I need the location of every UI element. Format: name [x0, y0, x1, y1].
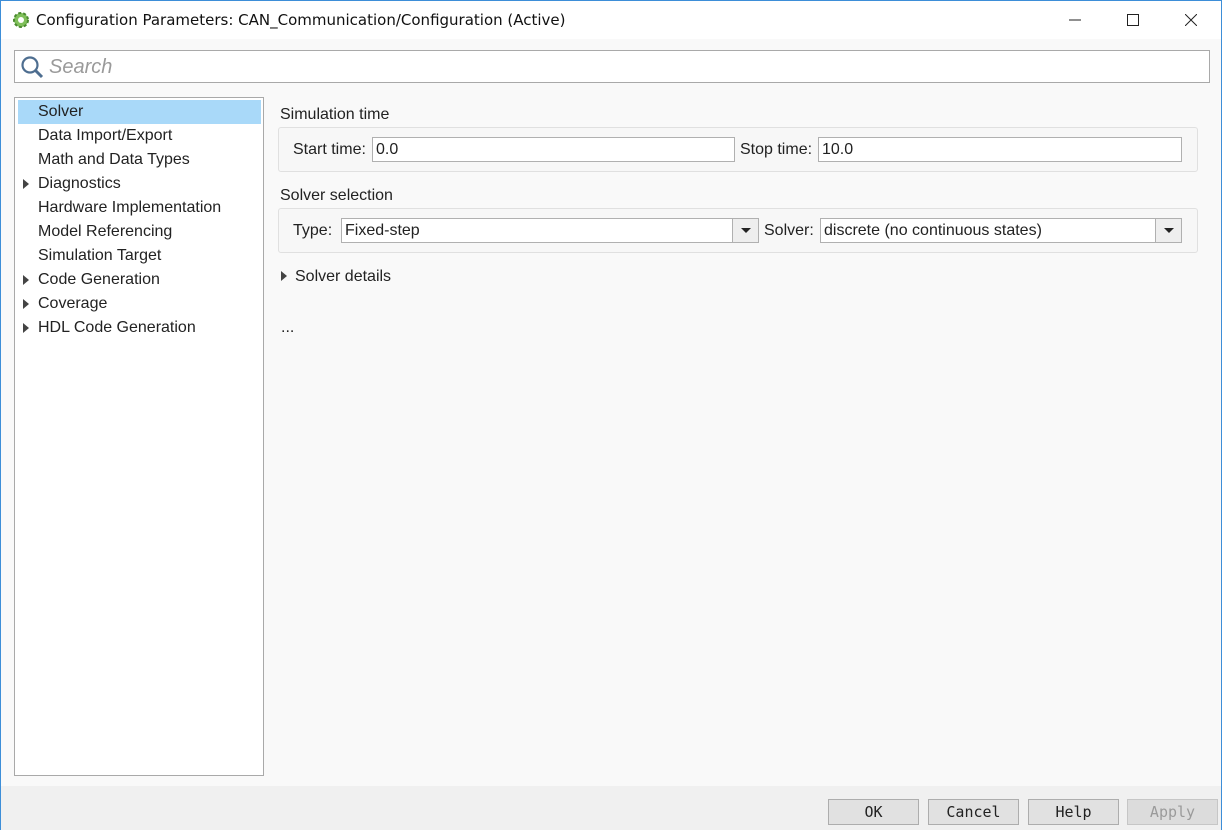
close-icon — [1185, 14, 1197, 26]
window-title: Configuration Parameters: CAN_Communicat… — [36, 11, 566, 29]
sidebar-item-label: Simulation Target — [38, 247, 162, 264]
sidebar-item-label: HDL Code Generation — [38, 319, 196, 336]
sidebar-item-label: Diagnostics — [38, 175, 121, 192]
solver-label: Solver: — [764, 222, 814, 239]
sidebar-item-label: Coverage — [38, 295, 108, 312]
title-bar: Configuration Parameters: CAN_Communicat… — [1, 1, 1221, 39]
sidebar-item-coverage[interactable]: Coverage — [18, 292, 261, 316]
expand-triangle-icon[interactable] — [23, 323, 29, 333]
solver-dropdown[interactable]: discrete (no continuous states) — [820, 218, 1182, 243]
expand-triangle-icon[interactable] — [23, 275, 29, 285]
stop-time-input[interactable]: 10.0 — [818, 137, 1182, 162]
apply-button[interactable]: Apply — [1127, 799, 1218, 825]
sidebar-item-diagnostics[interactable]: Diagnostics — [18, 172, 261, 196]
sidebar-item-hdl-code-generation[interactable]: HDL Code Generation — [18, 316, 261, 340]
cancel-button[interactable]: Cancel — [928, 799, 1019, 825]
category-tree: Solver Data Import/Export Math and Data Ty… — [14, 97, 264, 776]
search-icon — [21, 56, 44, 79]
chevron-down-icon[interactable] — [1155, 219, 1181, 242]
sidebar-item-label: Model Referencing — [38, 223, 173, 240]
sidebar-item-label: Data Import/Export — [38, 127, 173, 144]
type-value: Fixed-step — [345, 222, 420, 239]
sidebar-item-label: Solver — [38, 103, 84, 120]
button-bar: OK Cancel Help Apply — [1, 786, 1221, 830]
type-dropdown[interactable]: Fixed-step — [341, 218, 759, 243]
gear-icon — [13, 12, 29, 28]
close-button[interactable] — [1162, 1, 1220, 39]
maximize-button[interactable] — [1104, 1, 1162, 39]
search-placeholder: Search — [49, 56, 113, 78]
sidebar-item-label: Math and Data Types — [38, 151, 190, 168]
solver-selection-heading: Solver selection — [280, 187, 393, 204]
solver-details-label: Solver details — [295, 268, 392, 285]
simulation-time-heading: Simulation time — [280, 106, 390, 123]
maximize-icon — [1127, 14, 1139, 26]
expand-triangle-icon[interactable] — [23, 299, 29, 309]
sidebar-item-label: Code Generation — [38, 271, 160, 288]
sidebar-item-hardware-implementation[interactable]: Hardware Implementation — [18, 196, 261, 220]
minimize-button[interactable] — [1046, 1, 1104, 39]
start-time-input[interactable]: 0.0 — [372, 137, 735, 162]
sidebar-item-label: Hardware Implementation — [38, 199, 222, 216]
solver-details-toggle[interactable]: Solver details — [280, 268, 420, 288]
stop-time-label: Stop time: — [740, 141, 813, 158]
sidebar-item-data-import-export[interactable]: Data Import/Export — [18, 124, 261, 148]
start-time-label: Start time: — [293, 141, 366, 158]
type-label: Type: — [293, 222, 333, 239]
sidebar-item-solver[interactable]: Solver — [18, 100, 261, 124]
ellipsis-text: ... — [281, 319, 295, 336]
chevron-down-icon[interactable] — [732, 219, 758, 242]
expand-triangle-icon — [281, 271, 287, 281]
sidebar-item-code-generation[interactable]: Code Generation — [18, 268, 261, 292]
solver-value: discrete (no continuous states) — [824, 222, 1042, 239]
expand-triangle-icon[interactable] — [23, 179, 29, 189]
sidebar-item-math-and-data-types[interactable]: Math and Data Types — [18, 148, 261, 172]
help-button[interactable]: Help — [1028, 799, 1119, 825]
ok-button[interactable]: OK — [828, 799, 919, 825]
search-input[interactable]: Search — [14, 50, 1210, 83]
sidebar-item-model-referencing[interactable]: Model Referencing — [18, 220, 261, 244]
config-parameters-window: Configuration Parameters: CAN_Communicat… — [0, 0, 1222, 830]
sidebar-item-simulation-target[interactable]: Simulation Target — [18, 244, 261, 268]
minimize-icon — [1069, 19, 1081, 21]
